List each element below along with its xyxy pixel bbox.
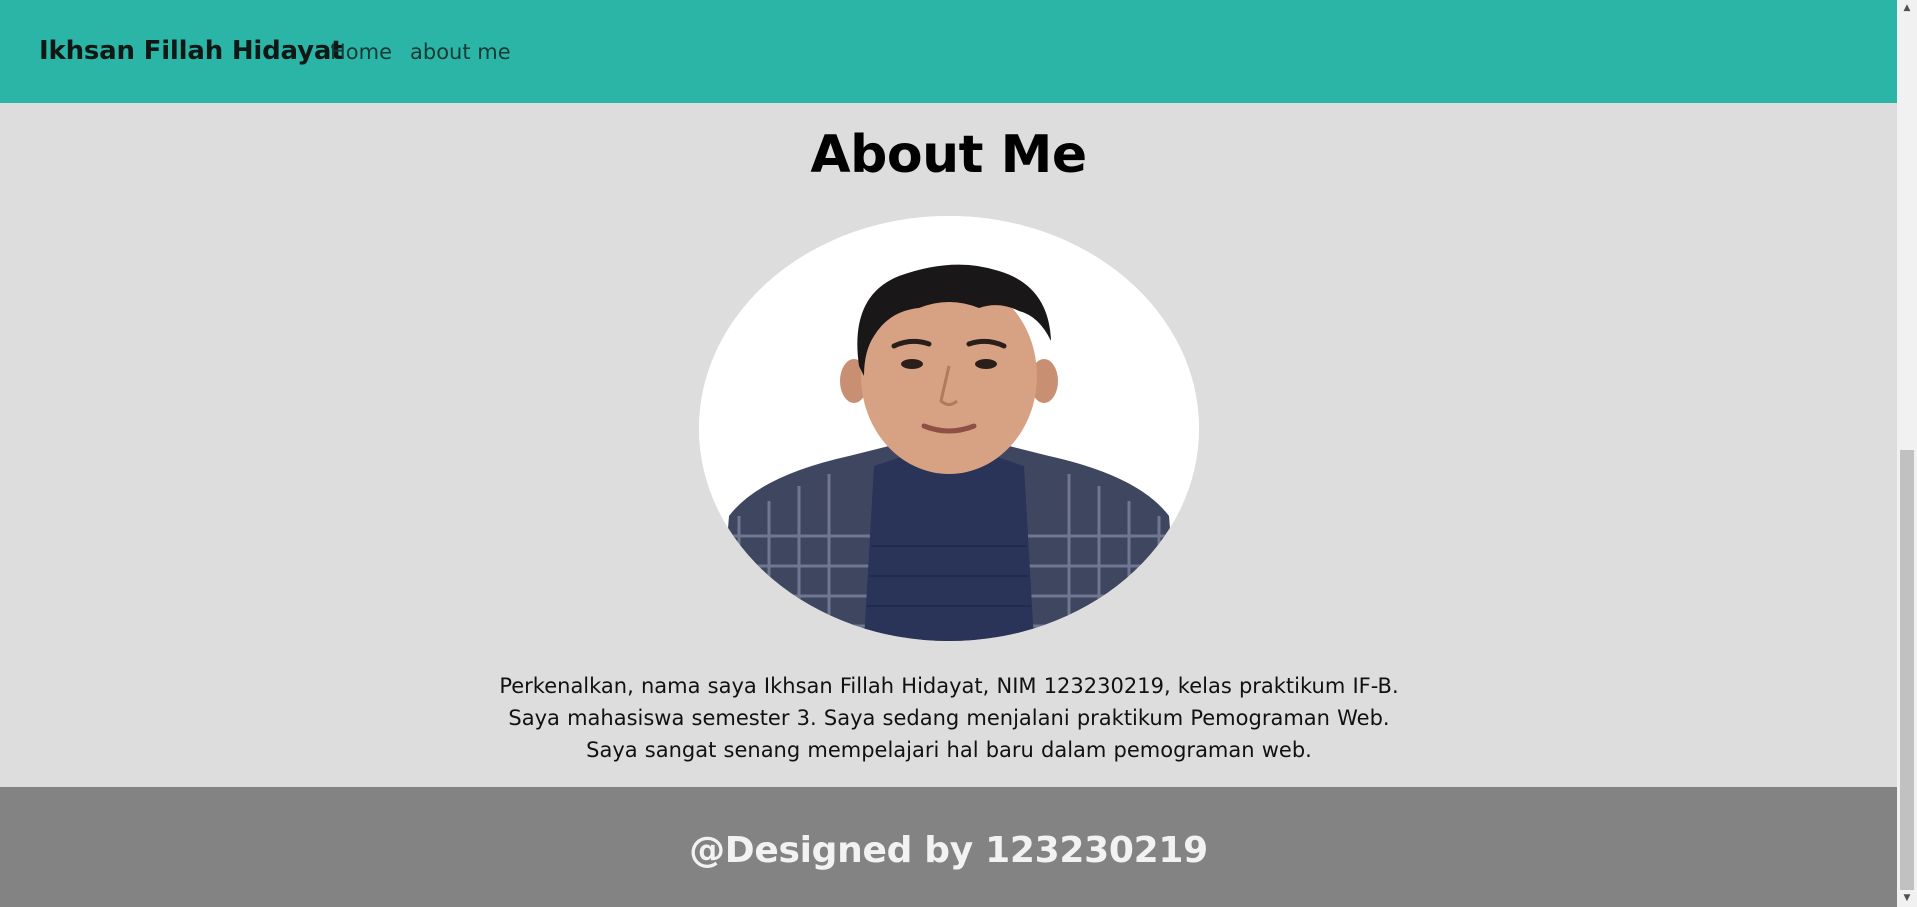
nav-link-home[interactable]: Home (330, 40, 392, 64)
footer-credit: @Designed by 123230219 (689, 830, 1208, 871)
navbar: Ikhsan Fillah Hidayat Home about me (0, 0, 1897, 103)
page-title: About Me (810, 125, 1087, 185)
page: Ikhsan Fillah Hidayat Home about me Abou… (0, 0, 1917, 907)
scroll-down-arrow-icon[interactable]: ▼ (1897, 890, 1917, 907)
profile-photo-illustration (699, 216, 1199, 641)
page-content: Ikhsan Fillah Hidayat Home about me Abou… (0, 0, 1897, 907)
about-section: About Me Perkenalkan, nama saya Ikhsan F… (0, 103, 1897, 787)
scrollbar-thumb[interactable] (1900, 450, 1914, 890)
scroll-up-arrow-icon[interactable]: ▲ (1897, 0, 1917, 17)
profile-photo (699, 216, 1199, 641)
bio-paragraph: Perkenalkan, nama saya Ikhsan Fillah Hid… (499, 674, 1399, 762)
vertical-scrollbar[interactable]: ▲ ▼ (1897, 0, 1917, 907)
footer: @Designed by 123230219 (0, 787, 1897, 907)
brand-name: Ikhsan Fillah Hidayat (39, 36, 344, 66)
nav-link-about-me[interactable]: about me (410, 40, 511, 64)
